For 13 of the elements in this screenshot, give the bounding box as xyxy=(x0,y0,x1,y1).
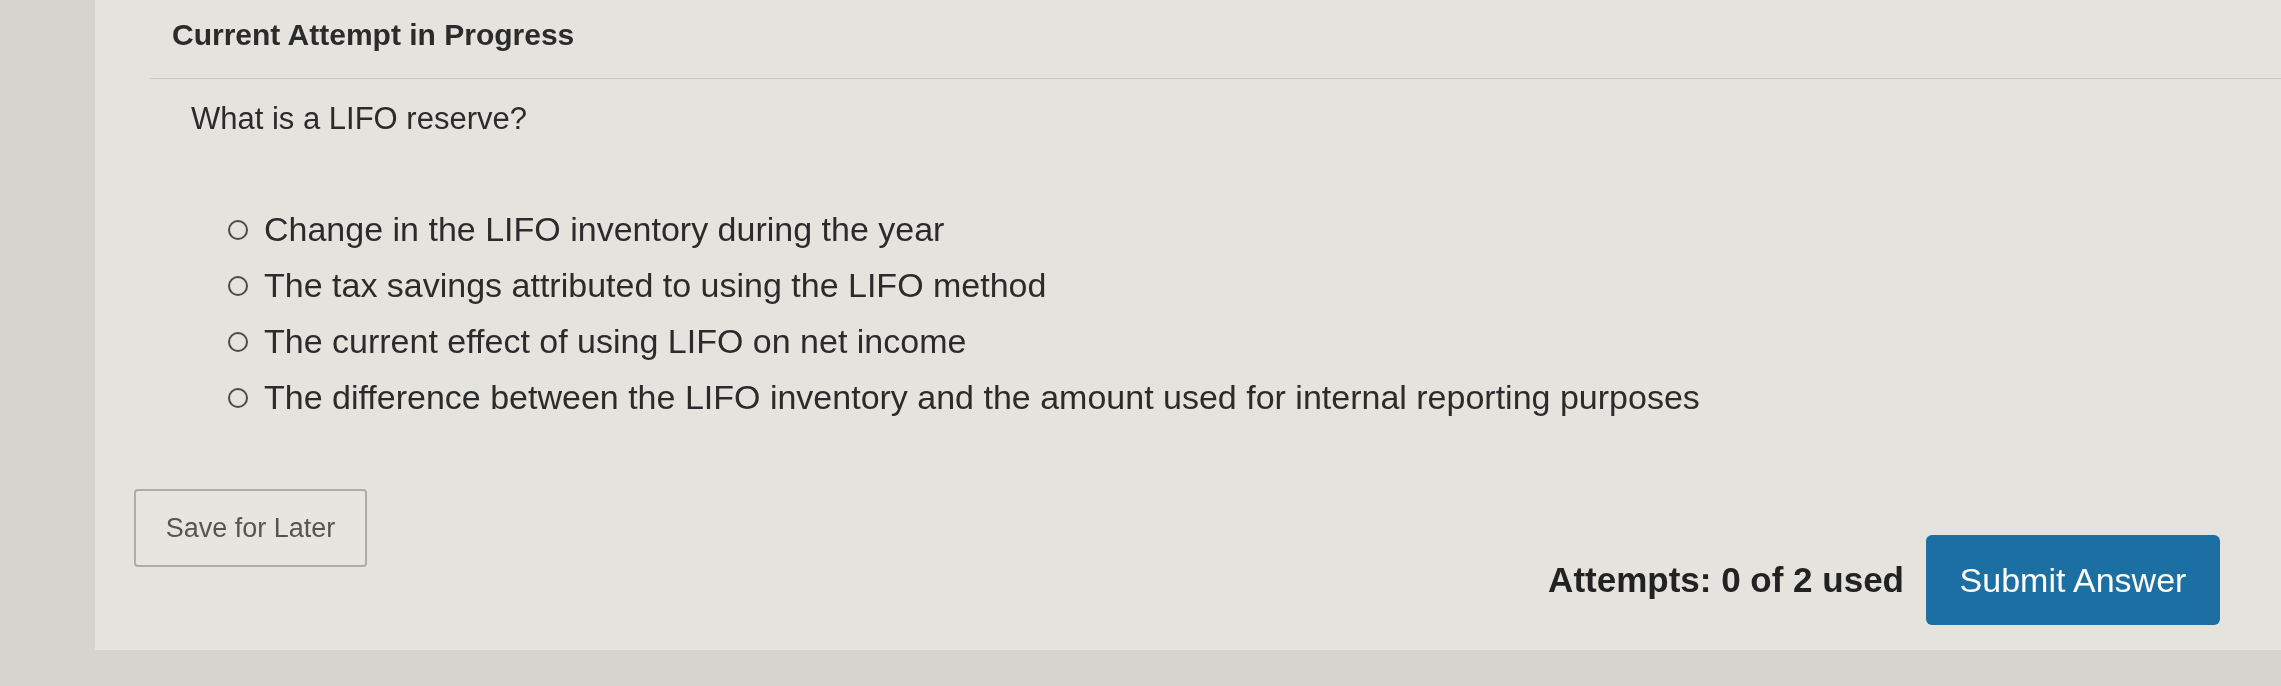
radio-button[interactable] xyxy=(228,275,248,296)
option-label: The tax savings attributed to using the LIFO method xyxy=(264,266,1047,305)
radio-button[interactable] xyxy=(228,387,248,408)
section-title: Current Attempt in Progress xyxy=(172,17,575,53)
save-for-later-button[interactable]: Save for Later xyxy=(134,489,367,567)
attempts-counter: Attempts: 0 of 2 used xyxy=(1548,560,1904,600)
radio-button[interactable] xyxy=(228,331,248,352)
submit-answer-button[interactable]: Submit Answer xyxy=(1926,535,2220,625)
option-label: The difference between the LIFO inventory and the amount used for internal reporting purposes xyxy=(264,378,1700,417)
question-prompt: What is a LIFO reserve? xyxy=(191,100,527,138)
option-label: Change in the LIFO inventory during the year xyxy=(264,210,945,249)
option-label: The current effect of using LIFO on net income xyxy=(264,322,967,361)
radio-button[interactable] xyxy=(228,219,248,240)
